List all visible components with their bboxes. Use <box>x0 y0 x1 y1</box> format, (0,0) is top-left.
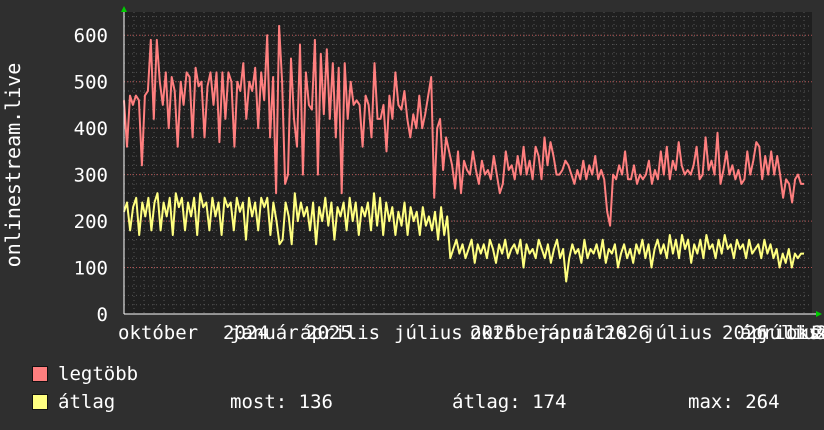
legend-swatch-max <box>32 366 48 382</box>
x-tick-label: október <box>118 322 198 344</box>
y-tick-label: 400 <box>74 118 108 140</box>
y-tick-labels: 0 100 200 300 400 500 600 <box>74 25 108 326</box>
stat-most: most: 136 <box>230 391 333 413</box>
y-axis-arrow <box>121 6 127 12</box>
x-tick-label: 2025 <box>470 322 516 344</box>
legend-swatch-avg <box>32 394 48 410</box>
y-tick-label: 100 <box>74 258 108 280</box>
y-tick-label: 200 <box>74 211 108 233</box>
x-tick-labels: október 2024január április2025 július októbe… <box>118 322 824 344</box>
x-tick-label: 2026 <box>604 322 650 344</box>
x-axis-arrow <box>816 311 822 317</box>
legend-label-avg: átlag <box>58 391 116 413</box>
x-tick-label: július <box>644 322 713 344</box>
legend-label-max: legtöbb <box>58 363 139 385</box>
y-tick-label: 600 <box>74 25 108 47</box>
stat-average: átlag: 174 <box>452 391 567 413</box>
y-axis-label: onlinestream.live <box>1 63 25 268</box>
x-tick-label: július <box>394 322 463 344</box>
y-tick-label: 300 <box>74 165 108 187</box>
x-tick-label: január <box>230 322 299 344</box>
y-tick-label: 500 <box>74 72 108 94</box>
x-tick-label: 2025 <box>306 322 352 344</box>
stat-max: max: 264 <box>688 391 780 413</box>
y-tick-label: 0 <box>97 304 108 326</box>
x-tick-label: 2 <box>816 322 824 344</box>
